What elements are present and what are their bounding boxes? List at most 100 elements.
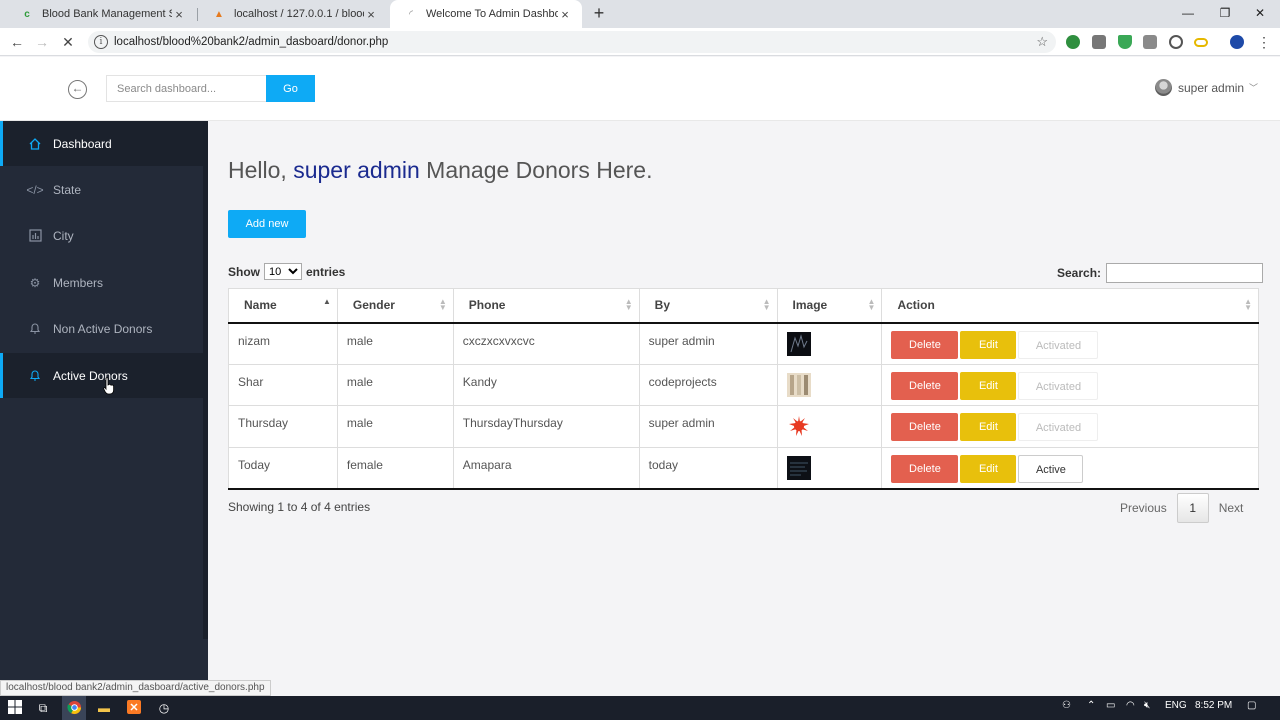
sidebar-item-state[interactable]: </> State [0,167,203,212]
language-indicator[interactable]: ENG [1165,700,1187,711]
table-search-input[interactable] [1106,263,1264,283]
bookmark-star-icon[interactable]: ☆ [1036,34,1048,50]
block-extension-icon[interactable] [1169,35,1183,49]
table-row: Thursday male ThursdayThursday super adm… [228,405,1259,448]
column-header-by[interactable]: By ▲ ▼ [639,288,778,324]
browser-tab-admin-dashboard[interactable]: ◜ Welcome To Admin Dashboard × [390,0,582,28]
sidebar-item-city[interactable]: City [0,213,203,258]
clock-app-icon[interactable]: ◷ [156,700,172,716]
browser-tab-phpmyadmin[interactable]: ▲ localhost / 127.0.0.1 / blood_bank × [198,0,388,28]
next-page-button[interactable]: Next [1209,493,1254,523]
sidebar-item-label: State [53,182,82,197]
sidebar-item-label: Members [53,275,104,290]
activated-button[interactable]: Activated [1018,413,1099,441]
wifi-icon[interactable]: ◠ [1126,700,1135,711]
info-icon[interactable]: i [94,35,108,49]
sort-asc-icon: ▲ [322,297,331,306]
user-menu[interactable]: super admin ﹀ [1155,79,1258,96]
edit-button[interactable]: Edit [960,413,1017,441]
sidebar-item-non-active-donors[interactable]: Non Active Donors [0,306,203,351]
entries-label: entries [306,264,346,279]
cell-phone: Amapara [453,447,640,490]
maximize-window-icon[interactable]: ❐ [1205,0,1245,28]
column-label: Gender [352,298,395,313]
stop-loading-icon[interactable]: ✕ [58,32,78,52]
close-tab-icon[interactable]: × [364,7,378,22]
close-tab-icon[interactable]: × [558,7,572,22]
column-header-phone[interactable]: Phone ▲ ▼ [453,288,640,324]
edit-button[interactable]: Edit [960,330,1017,359]
network-icon[interactable]: ▭ [1106,700,1115,711]
shield-extension-icon[interactable] [1118,35,1132,49]
page-button[interactable]: 1 [1176,493,1209,523]
table-info: Showing 1 to 4 of 4 entries [228,500,371,514]
column-header-gender[interactable]: Gender ▲ ▼ [337,288,454,324]
sidebar-item-active-donors[interactable]: Active Donors [0,353,203,398]
sort-icon: ▲ ▼ [624,297,633,312]
entries-select[interactable]: 10 [264,263,302,280]
browser-tab-blood-bank[interactable]: c Blood Bank Management System × [6,0,196,28]
add-new-button[interactable]: Add new [228,210,306,238]
volume-muted-icon[interactable]: 🔇︎ [1144,700,1150,711]
previous-page-button[interactable]: Previous [1110,493,1177,523]
profile-icon[interactable] [1230,35,1244,49]
new-tab-icon[interactable]: + [590,3,608,24]
pagination: Previous 1 Next [1110,493,1253,523]
delete-button[interactable]: Delete [891,371,959,400]
active-button[interactable]: Active [1018,454,1084,483]
back-circle-icon[interactable]: ← [68,80,87,99]
table-row: Shar male Kandy codeprojects Delete Edit A… [228,364,1259,406]
avatar [1155,79,1172,96]
back-arrow-icon[interactable]: ← [7,32,27,52]
cell-image [777,364,883,406]
edit-button[interactable]: Edit [960,454,1017,483]
edit-button[interactable]: Edit [960,371,1017,400]
delete-button[interactable]: Delete [891,330,959,359]
cell-gender: male [337,364,454,406]
image-extension-icon[interactable] [1143,35,1157,49]
search-input[interactable] [106,75,266,102]
column-header-name[interactable]: Name ▲ [228,288,338,324]
sidebar-item-dashboard[interactable]: Dashboard [0,121,203,166]
minimize-window-icon[interactable]: — [1168,0,1208,28]
activated-button[interactable]: Activated [1018,371,1099,400]
chrome-icon[interactable] [66,700,82,716]
table-row: Today female Amapara today Delete Edit Act… [228,447,1259,490]
forward-arrow-icon[interactable]: → [32,32,52,52]
notifications-icon[interactable]: ▢ [1247,700,1256,711]
extension-icon[interactable] [1066,35,1080,49]
xampp-icon[interactable] [126,700,142,716]
file-explorer-icon[interactable]: ▬ [96,700,112,716]
admin-name: super admin [293,157,420,183]
sidebar-item-label: Active Donors [53,368,128,383]
sidebar-item-members[interactable]: ⚙ Members [0,260,203,305]
chevron-up-icon[interactable]: ⌃ [1087,700,1095,711]
clock-time[interactable]: 8:52 PM [1195,700,1232,711]
link-extension-icon[interactable] [1194,38,1208,47]
activated-button[interactable]: Activated [1018,330,1099,359]
camera-extension-icon[interactable] [1092,35,1106,49]
cell-action: Delete Edit Active [881,447,1259,490]
column-header-image[interactable]: Image ▲ ▼ [777,288,883,324]
cell-by: super admin [639,322,778,365]
search-label: Search: [1057,266,1102,280]
column-header-action[interactable]: Action ▲ ▼ [881,288,1259,324]
cell-image [777,447,883,490]
delete-button[interactable]: Delete [891,413,959,441]
task-view-icon[interactable]: ⧉ [35,700,51,716]
donor-thumbnail [786,331,811,356]
donor-thumbnail [786,372,811,397]
close-tab-icon[interactable]: × [172,7,186,22]
go-button[interactable]: Go [266,75,315,102]
sort-icon: ▲ ▼ [1244,297,1252,312]
browser-tab-bar: c Blood Bank Management System × ▲ local… [0,0,1280,28]
address-bar[interactable]: i localhost/blood%20bank2/admin_dasboard… [88,31,1056,53]
menu-kebab-icon[interactable]: ⋮ [1254,32,1274,52]
close-window-icon[interactable]: ✕ [1240,0,1280,28]
cell-action: Delete Edit Activated [881,322,1259,365]
sidebar-scrollbar[interactable] [203,121,208,639]
windows-start-icon[interactable] [7,700,23,716]
codeprojects-icon: c [24,8,30,20]
people-icon[interactable]: ⚇ [1062,700,1071,711]
delete-button[interactable]: Delete [891,454,959,483]
